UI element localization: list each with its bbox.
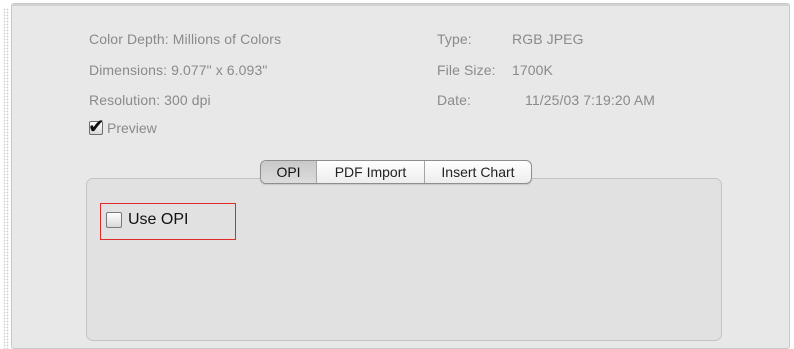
use-opi-checkbox[interactable] <box>106 212 122 228</box>
left-edge-texture <box>3 8 9 349</box>
type-value: RGB JPEG <box>512 31 584 47</box>
resolution-text: Resolution: 300 dpi <box>89 92 211 108</box>
preview-checkbox[interactable]: ✔ <box>88 116 105 136</box>
date-value: 11/25/03 7:19:20 AM <box>525 92 656 108</box>
use-opi-checkbox-row[interactable]: Use OPI <box>106 211 188 229</box>
tab-insert-chart[interactable]: Insert Chart <box>425 161 531 183</box>
color-depth-text: Color Depth: Millions of Colors <box>89 31 282 47</box>
use-opi-label: Use OPI <box>128 211 189 228</box>
screenshot-frame: Color Depth: Millions of Colors Dimensio… <box>0 0 794 349</box>
dimensions-text: Dimensions: 9.077" x 6.093" <box>89 62 268 78</box>
checkmark-icon: ✔ <box>88 114 105 138</box>
panel-top-border <box>12 4 789 6</box>
preview-checkbox-row[interactable]: ✔ Preview <box>88 116 157 139</box>
file-size-value: 1700K <box>512 62 553 78</box>
tab-bar: OPI PDF Import Insert Chart <box>260 160 532 184</box>
tab-opi[interactable]: OPI <box>261 161 317 183</box>
date-label: Date: <box>437 92 471 108</box>
type-label: Type: <box>437 31 472 47</box>
preview-label: Preview <box>107 120 157 136</box>
file-size-label: File Size: <box>437 62 496 78</box>
tab-pdf-import[interactable]: PDF Import <box>317 161 425 183</box>
